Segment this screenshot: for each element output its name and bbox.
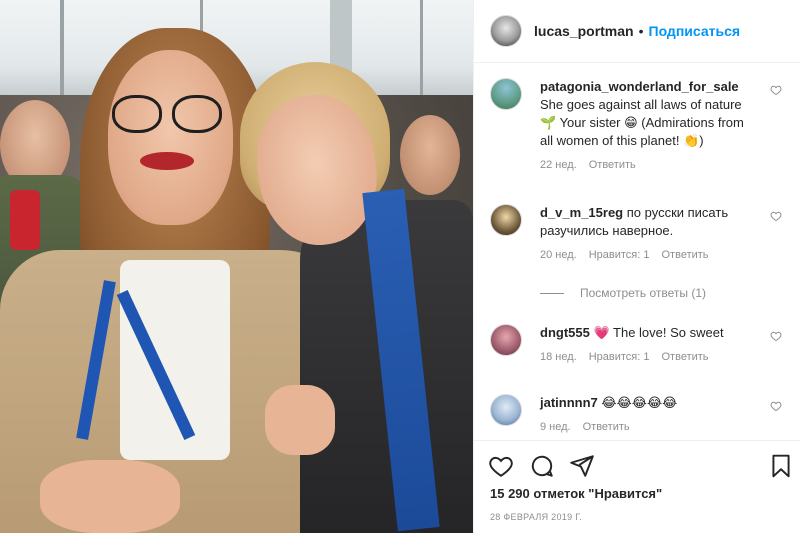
comment-likes[interactable]: Нравится: 1 xyxy=(589,248,650,262)
view-replies-label[interactable]: Посмотреть ответы (1) xyxy=(580,286,706,300)
view-replies-button[interactable]: Посмотреть ответы (1) xyxy=(540,286,706,300)
commenter-avatar[interactable] xyxy=(490,204,522,236)
small-heart-icon[interactable] xyxy=(770,84,782,96)
paper-plane-icon[interactable] xyxy=(569,453,595,479)
comment-body: patagonia_wonderland_for_sale She goes a… xyxy=(540,78,760,172)
comment-likes[interactable]: Нравится: 1 xyxy=(589,350,650,364)
comment-author[interactable]: patagonia_wonderland_for_sale xyxy=(540,79,739,94)
heart-icon[interactable] xyxy=(488,453,514,479)
reply-button[interactable]: Ответить xyxy=(583,420,630,434)
comment-author[interactable]: jatinnnn7 xyxy=(540,395,598,410)
author-username[interactable]: lucas_portman xyxy=(534,23,634,39)
author-avatar[interactable] xyxy=(490,15,522,47)
comment-author[interactable]: d_v_m_15reg xyxy=(540,205,623,220)
post-photo[interactable] xyxy=(0,0,473,533)
glasses-right-lens xyxy=(172,95,222,133)
comment-body: jatinnnn7 😂😂😂😂😂 9 нед. Ответить xyxy=(540,394,760,434)
man-hand xyxy=(265,385,335,455)
woman-lips xyxy=(140,152,194,170)
header-separator: • xyxy=(638,23,644,39)
comments-list[interactable]: patagonia_wonderland_for_sale She goes a… xyxy=(474,64,800,440)
comment-text: 😂😂😂😂😂 xyxy=(601,395,678,410)
reply-button[interactable]: Ответить xyxy=(589,158,636,172)
comment-body: dngt555 💗 The love! So sweet 18 нед. Нра… xyxy=(540,324,760,364)
comment-meta: 18 нед. Нравится: 1 Ответить xyxy=(540,350,760,364)
post-details-panel: lucas_portman • Подписаться patagonia_wo… xyxy=(473,0,800,533)
commenter-avatar[interactable] xyxy=(490,324,522,356)
commenter-avatar[interactable] xyxy=(490,78,522,110)
background-person xyxy=(400,115,460,195)
follow-button[interactable]: Подписаться xyxy=(649,23,741,39)
view-replies-line xyxy=(540,292,564,294)
comment-meta: 9 нед. Ответить xyxy=(540,420,760,434)
small-heart-icon[interactable] xyxy=(770,210,782,222)
woman-face xyxy=(108,50,233,225)
comment-meta: 20 нед. Нравится: 1 Ответить xyxy=(540,248,760,262)
comment-icon[interactable] xyxy=(529,453,555,479)
glasses-left-lens xyxy=(112,95,162,133)
likes-count[interactable]: 15 290 отметок "Нравится" xyxy=(490,486,662,501)
comment-time[interactable]: 22 нед. xyxy=(540,158,577,172)
comment-meta: 22 нед. Ответить xyxy=(540,158,760,172)
comment-time[interactable]: 20 нед. xyxy=(540,248,577,262)
commenter-avatar[interactable] xyxy=(490,394,522,426)
comment-text: She goes against all laws of nature 🌱 Yo… xyxy=(540,97,744,148)
bookmark-icon[interactable] xyxy=(768,453,794,479)
background-person-shirt xyxy=(10,190,40,250)
roof-truss xyxy=(420,0,423,100)
post-header: lucas_portman • Подписаться xyxy=(474,0,800,63)
post-date: 28 ФЕВРАЛЯ 2019 Г. xyxy=(490,512,583,522)
reply-button[interactable]: Ответить xyxy=(662,350,709,364)
roof-truss xyxy=(60,0,64,100)
comment-text: 💗 The love! So sweet xyxy=(593,325,724,340)
comment-body: d_v_m_15reg по русски писать разучились … xyxy=(540,204,760,262)
reply-button[interactable]: Ответить xyxy=(662,248,709,262)
woman-shirt xyxy=(120,260,230,460)
small-heart-icon[interactable] xyxy=(770,330,782,342)
comment-time[interactable]: 18 нед. xyxy=(540,350,577,364)
woman-hand xyxy=(40,460,180,533)
comment-author[interactable]: dngt555 xyxy=(540,325,590,340)
small-heart-icon[interactable] xyxy=(770,400,782,412)
comment-time[interactable]: 9 нед. xyxy=(540,420,571,434)
